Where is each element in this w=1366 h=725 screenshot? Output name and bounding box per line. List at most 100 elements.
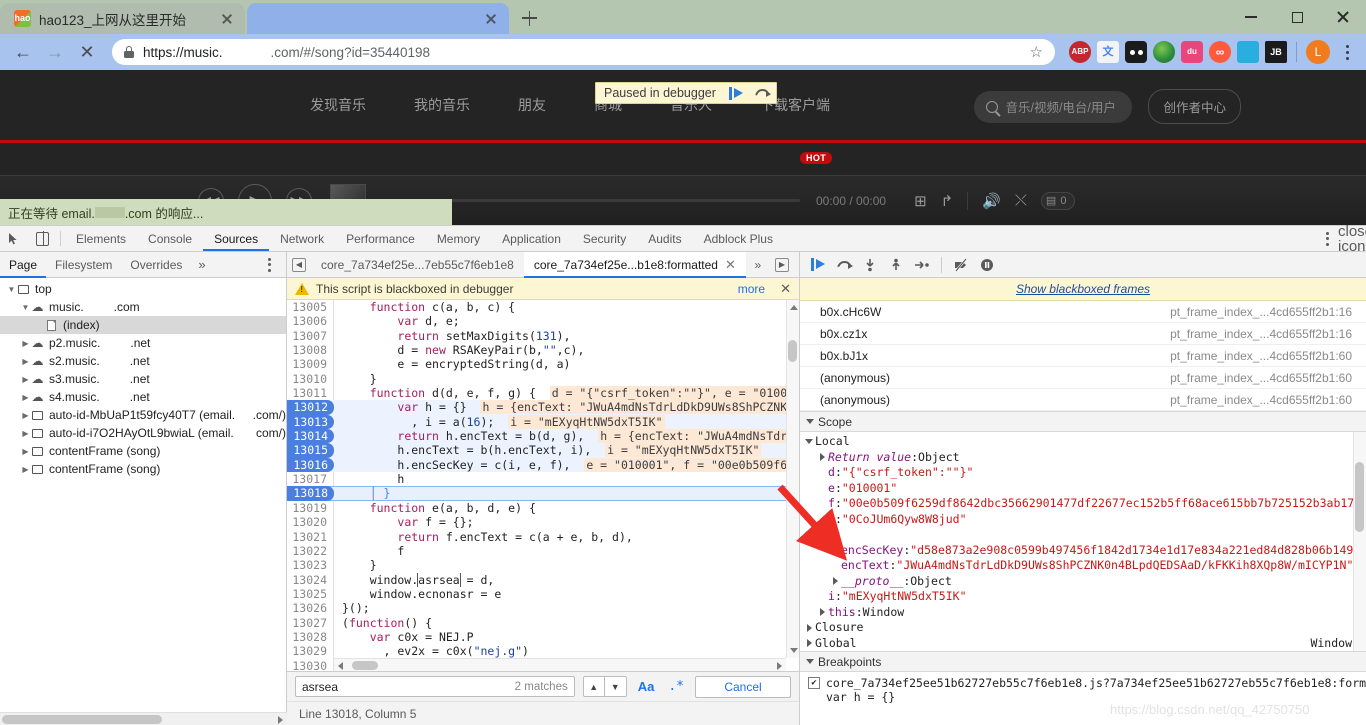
chevron-up-icon[interactable] — [790, 305, 798, 310]
regex-button[interactable]: .* — [665, 679, 687, 694]
tab-performance[interactable]: Performance — [335, 226, 426, 251]
close-icon[interactable] — [483, 11, 499, 27]
breakpoints-section-header[interactable]: Breakpoints — [800, 651, 1366, 672]
breakpoint-marker[interactable]: 13015 — [287, 443, 334, 457]
code-line[interactable]: 13021 return f.encText = c(a + e, b, d), — [287, 530, 799, 544]
scope-row[interactable]: d: "{"csrf_token":""}" — [800, 465, 1366, 481]
navigator-tab-filesystem[interactable]: Filesystem — [46, 252, 121, 278]
share-icon[interactable]: ↱ — [941, 192, 954, 210]
chevron-right-icon[interactable] — [816, 453, 828, 461]
code-line[interactable]: 13022 f — [287, 544, 799, 558]
adblock-plus-icon[interactable]: ABP — [1069, 41, 1091, 63]
chevron-right-icon[interactable]: ▶ — [20, 447, 31, 456]
breakpoint-marker[interactable]: 13012 — [287, 400, 334, 414]
line-number[interactable]: 13020 — [287, 515, 334, 529]
source-tabs-prev-button[interactable]: ◀ — [287, 258, 311, 272]
line-number[interactable]: 13023 — [287, 558, 334, 572]
chevron-right-icon[interactable]: ▶ — [20, 429, 31, 438]
code-line[interactable]: 13006 var d, e; — [287, 314, 799, 328]
step-out-of-current-function-button[interactable] — [884, 254, 908, 276]
scope-row[interactable]: __proto__: Object — [800, 574, 1366, 590]
tab-network[interactable]: Network — [269, 226, 335, 251]
source-tabs-overflow[interactable]: » — [746, 258, 770, 272]
breakpoint-marker[interactable]: 13016 — [287, 458, 334, 472]
step-into-next-function-call-button[interactable] — [858, 254, 882, 276]
kebab-menu-icon[interactable] — [1336, 45, 1358, 60]
editor-horizontal-scrollbar[interactable] — [334, 658, 786, 671]
forward-button[interactable]: → — [40, 37, 70, 67]
kebab-menu-icon[interactable] — [258, 258, 280, 272]
tab-sources[interactable]: Sources — [203, 226, 269, 251]
device-toolbar-icon[interactable] — [28, 226, 56, 251]
chevron-right-icon[interactable] — [278, 716, 283, 724]
code-line[interactable]: 13009 e = encryptedString(d, a) — [287, 357, 799, 371]
chevron-right-icon[interactable]: ▶ — [20, 357, 31, 366]
line-number[interactable]: 13011 — [287, 386, 334, 400]
call-stack-frame[interactable]: b0x.cz1xpt_frame_index_...4cd655ff2b1:16 — [800, 323, 1366, 345]
add-to-playlist-icon[interactable]: ⊞ — [914, 192, 927, 210]
breakpoint-marker[interactable]: 13014 — [287, 429, 334, 443]
tree-item[interactable]: ▶contentFrame (song) — [0, 460, 286, 478]
line-number[interactable]: 13021 — [287, 530, 334, 544]
match-case-button[interactable]: Aa — [635, 679, 658, 694]
line-number[interactable]: 13028 — [287, 630, 334, 644]
scope-row[interactable]: Local — [800, 434, 1366, 450]
stop-loading-button[interactable]: ✕ — [72, 37, 102, 67]
chevron-right-icon[interactable]: ▶ — [20, 411, 31, 420]
back-button[interactable]: ← — [8, 37, 38, 67]
line-number[interactable]: 13007 — [287, 329, 334, 343]
chevron-down-icon[interactable] — [790, 648, 798, 653]
scope-row[interactable]: Closure — [800, 620, 1366, 636]
scope-row[interactable]: Return value: Object — [800, 450, 1366, 466]
line-number[interactable]: 13017 — [287, 472, 334, 486]
code-line[interactable]: 13013 , i = a(16); i = "mEXyqHtNW5dxT5IK… — [287, 415, 799, 429]
baidu-netdisk-icon[interactable]: du — [1181, 41, 1203, 63]
navigator-tab-overrides[interactable]: Overrides — [121, 252, 191, 278]
scope-vertical-scrollbar[interactable] — [1353, 432, 1366, 651]
chevron-right-icon[interactable] — [777, 662, 782, 670]
chevron-right-icon[interactable]: ▶ — [20, 375, 31, 384]
breakpoint-item[interactable]: ✔core_7a734ef25ee51b62727eb55c7f6eb1e8.j… — [808, 676, 1366, 704]
tab-memory[interactable]: Memory — [426, 226, 491, 251]
code-line[interactable]: 13024 window.asrsea = d, — [287, 573, 799, 587]
chevron-right-icon[interactable]: ▶ — [20, 465, 31, 474]
line-number[interactable]: 13022 — [287, 544, 334, 558]
code-line[interactable]: 13008 d = new RSAKeyPair(b,"",c), — [287, 343, 799, 357]
line-number[interactable]: 13008 — [287, 343, 334, 357]
shuffle-icon[interactable]: ⤬ — [1015, 192, 1027, 209]
line-number[interactable]: 13029 — [287, 644, 334, 658]
chevron-down-icon[interactable]: ▼ — [20, 303, 31, 312]
close-icon[interactable] — [219, 11, 235, 27]
line-number[interactable]: 13019 — [287, 501, 334, 515]
line-number[interactable]: 13027 — [287, 616, 334, 630]
step-over-icon[interactable] — [750, 83, 776, 103]
tree-item[interactable]: (index) — [0, 316, 286, 334]
navigator-tabs-overflow[interactable]: » — [191, 257, 212, 272]
maximize-button[interactable] — [1274, 0, 1320, 34]
scrollbar-thumb[interactable] — [352, 661, 378, 670]
tab-adblock-plus[interactable]: Adblock Plus — [693, 226, 784, 251]
tree-item[interactable]: ▶☁p2.music..net — [0, 334, 286, 352]
creator-center-button[interactable]: 创作者中心 — [1148, 89, 1241, 124]
chevron-right-icon[interactable] — [803, 639, 815, 647]
line-number[interactable]: 13024 — [287, 573, 334, 587]
code-viewport[interactable]: 13005 function c(a, b, c) {13006 var d, … — [287, 300, 799, 671]
code-line[interactable]: 13018 │ } — [287, 486, 799, 500]
code-line[interactable]: 13014 return h.encText = b(d, g), h = {e… — [287, 429, 799, 443]
resume-script-execution-button[interactable] — [806, 254, 830, 276]
source-tab-core-formatted[interactable]: core_7a734ef25e...b1e8:formatted ✕ — [524, 252, 746, 278]
close-icon[interactable]: close-icon — [1338, 224, 1362, 254]
search-input[interactable]: 音乐/视频/电台/用户 — [974, 91, 1132, 123]
close-icon[interactable]: ✕ — [772, 281, 791, 297]
tree-item[interactable]: ▶☁s3.music..net — [0, 370, 286, 388]
code-line[interactable]: 13029 , ev2x = c0x("nej.g") — [287, 644, 799, 658]
chevron-left-icon[interactable] — [338, 662, 343, 670]
navigator-horizontal-scrollbar[interactable] — [0, 712, 287, 725]
chevron-right-icon[interactable] — [816, 608, 828, 616]
minimize-button[interactable] — [1228, 0, 1274, 34]
inspect-element-icon[interactable] — [0, 226, 28, 251]
code-line[interactable]: 13017 h — [287, 472, 799, 486]
google-translate-icon[interactable]: 文 — [1097, 41, 1119, 63]
line-number[interactable]: 13026 — [287, 601, 334, 615]
chevron-right-icon[interactable] — [803, 624, 815, 632]
